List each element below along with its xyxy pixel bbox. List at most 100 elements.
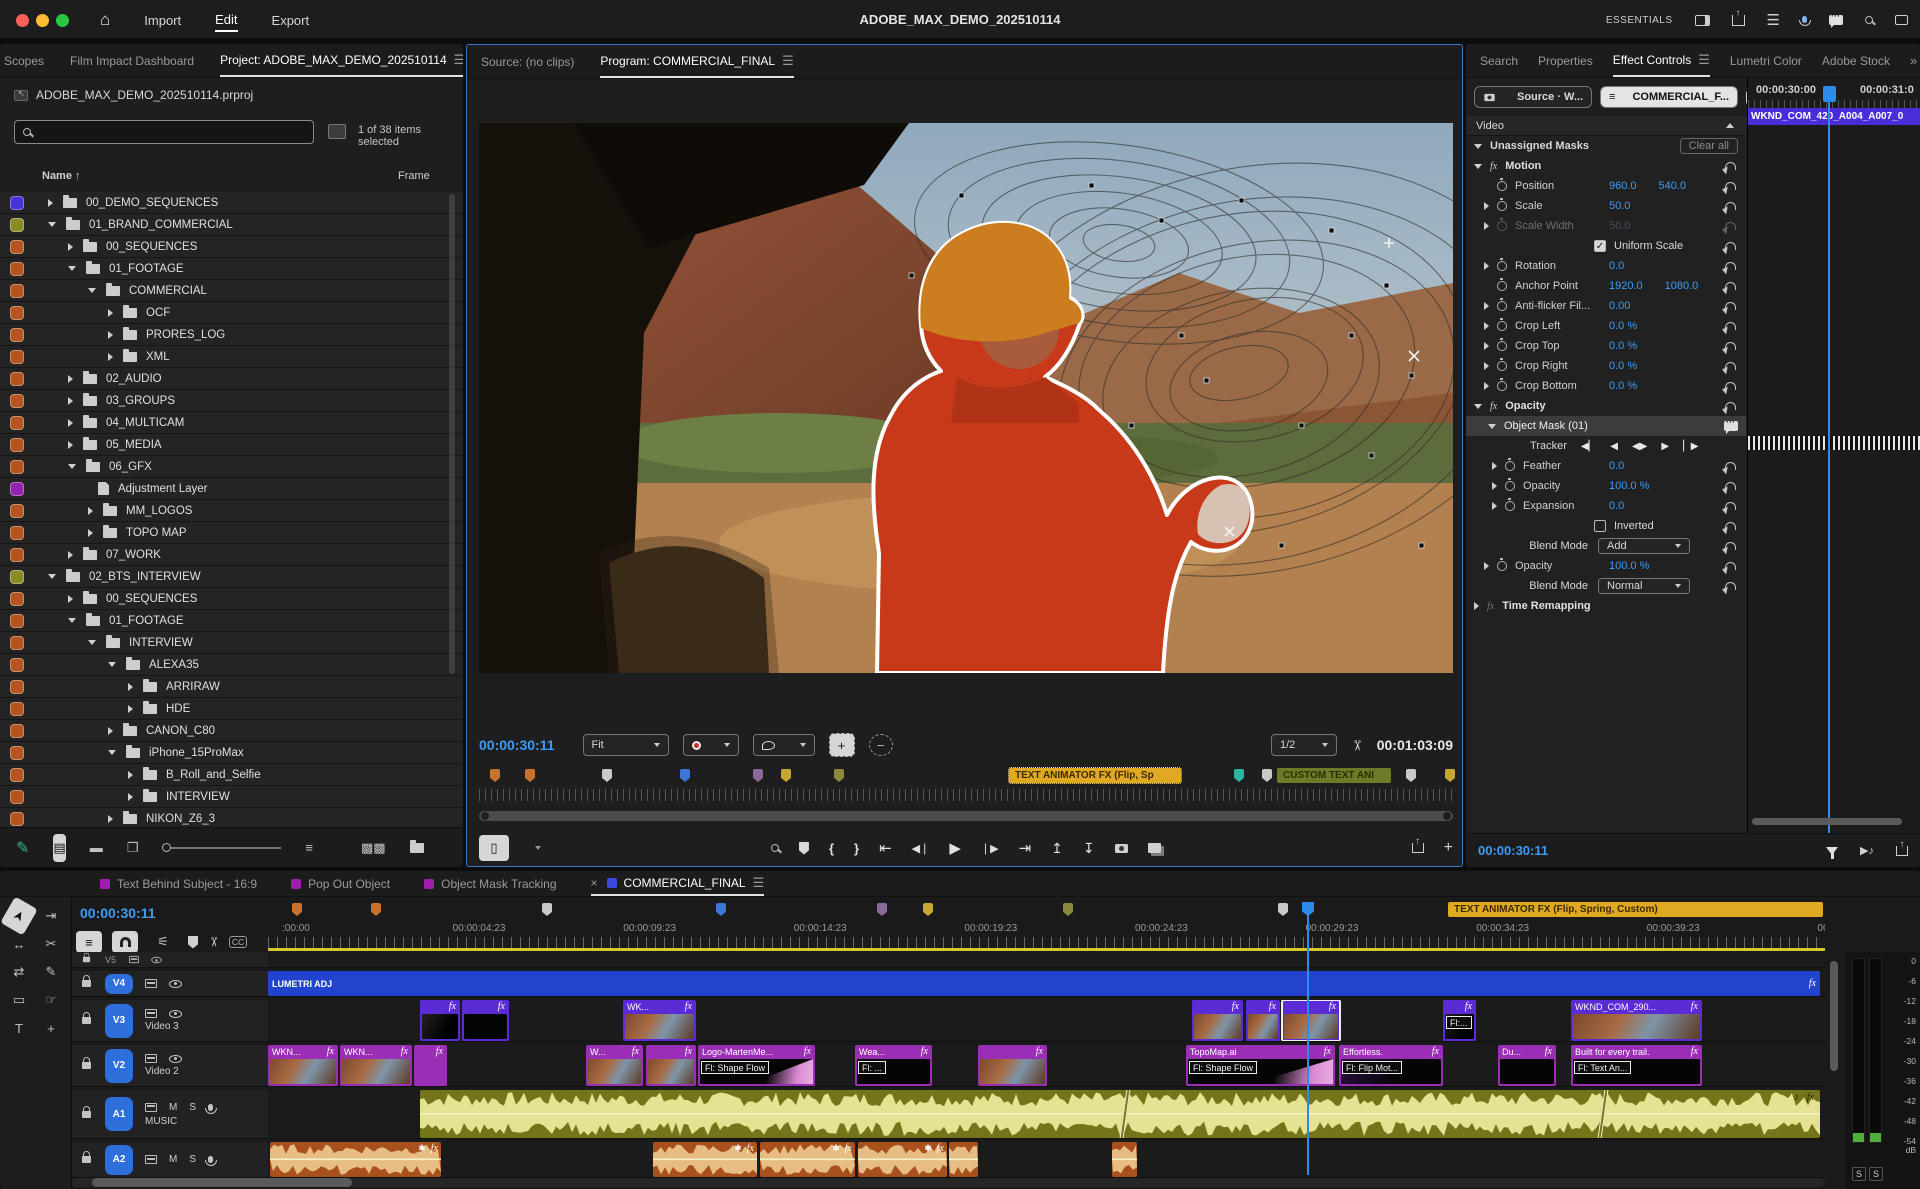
clear-all-button[interactable]: Clear all: [1680, 138, 1738, 154]
play-audio-icon[interactable]: ▶♪: [1860, 844, 1874, 857]
reset-parameter-icon[interactable]: [1725, 562, 1736, 570]
disclosure-closed-icon[interactable]: [68, 441, 73, 449]
disclosure-closed-icon[interactable]: [1484, 362, 1489, 370]
track-lock-icon[interactable]: [82, 1156, 91, 1163]
clip-topomap-ai[interactable]: TopoMap.aifxFl: Shape Flow: [1186, 1045, 1335, 1086]
effect-row-rotation[interactable]: Rotation0.0: [1466, 256, 1746, 276]
clip[interactable]: [949, 1142, 978, 1177]
new-bin-button[interactable]: [410, 843, 424, 853]
disclosure-closed-icon[interactable]: [128, 705, 133, 713]
clip-wkn-[interactable]: WKN...fx: [340, 1045, 412, 1086]
reset-parameter-icon[interactable]: [1725, 322, 1736, 330]
effect-row-crop-top[interactable]: Crop Top0.0 %: [1466, 336, 1746, 356]
disclosure-closed-icon[interactable]: [1484, 342, 1489, 350]
mark-out-button[interactable]: }: [854, 841, 859, 856]
parameter-value[interactable]: 0.00: [1609, 300, 1630, 312]
stopwatch-icon[interactable]: [1505, 501, 1515, 511]
track-header-v3[interactable]: V3Video 3: [72, 1000, 268, 1042]
timeline-marker[interactable]: [371, 903, 381, 916]
source-patch-icon[interactable]: [129, 956, 139, 963]
effect-row-blend-mode[interactable]: Blend ModeNormal: [1466, 576, 1746, 596]
lane-clip-bar[interactable]: WKND_COM_420_A004_A007_0: [1748, 108, 1920, 125]
tab-program-monitor[interactable]: Program: COMMERCIAL_FINAL☰: [600, 45, 793, 78]
disclosure-open-icon[interactable]: [108, 662, 116, 667]
bin-row-00-sequences[interactable]: 00_SEQUENCES: [0, 588, 463, 610]
monitor-zoom-scrollbar[interactable]: [479, 811, 1453, 821]
reset-parameter-icon[interactable]: [1725, 202, 1736, 210]
tab-effect-controls[interactable]: Effect Controls☰: [1613, 44, 1710, 77]
sequence-tab-commercial-final[interactable]: ×COMMERCIAL_FINAL☰: [591, 871, 765, 896]
bin-row-interview[interactable]: INTERVIEW: [0, 786, 463, 808]
bin-row-canon-c80[interactable]: CANON_C80: [0, 720, 463, 742]
bin-row-alexa35[interactable]: ALEXA35: [0, 654, 463, 676]
parameter-value[interactable]: 1080.0: [1665, 280, 1699, 292]
disclosure-closed-icon[interactable]: [68, 397, 73, 405]
label-color-chip[interactable]: [10, 768, 24, 782]
zoom-slider[interactable]: [162, 843, 281, 852]
bin-row-07-work[interactable]: 07_WORK: [0, 544, 463, 566]
reset-parameter-icon[interactable]: [1725, 242, 1736, 250]
timeline-marker[interactable]: [877, 903, 887, 916]
lane-hscrollbar[interactable]: [1752, 818, 1902, 825]
clip[interactable]: fxFl:...: [1443, 1000, 1476, 1041]
track-target-badge[interactable]: V2: [105, 1049, 133, 1083]
track-backward-button[interactable]: ◀: [1610, 441, 1618, 452]
playback-resolution-dropdown[interactable]: 1/2: [1271, 734, 1337, 756]
disclosure-closed-icon[interactable]: [108, 331, 113, 339]
export-button[interactable]: ↑: [1412, 843, 1424, 853]
lift-button[interactable]: ↥: [1051, 840, 1063, 857]
effect-row-scale-width[interactable]: Scale Width50.0: [1466, 216, 1746, 236]
disclosure-closed-icon[interactable]: [108, 815, 113, 823]
sequence-tab-pop-out-object[interactable]: Pop Out Object: [291, 871, 390, 896]
solo-track-button[interactable]: S: [189, 1102, 196, 1113]
clip-built-for-every-trail-[interactable]: Built for every trail.fxFl: Text An...: [1571, 1045, 1702, 1086]
disclosure-closed-icon[interactable]: [68, 243, 73, 251]
clip-wknd-com-290-[interactable]: WKND_COM_290...fx: [1571, 1000, 1702, 1041]
track-header-v4[interactable]: V4: [72, 971, 268, 997]
label-color-chip[interactable]: [10, 218, 24, 232]
mark-type-dropdown[interactable]: [683, 734, 739, 756]
disclosure-open-icon[interactable]: [48, 574, 56, 579]
bin-row-02-bts-interview[interactable]: 02_BTS_INTERVIEW: [0, 566, 463, 588]
meter-solo-button[interactable]: S: [1869, 1167, 1883, 1181]
mute-track-button[interactable]: M: [169, 1102, 177, 1113]
icon-view-button[interactable]: ▬: [90, 835, 103, 861]
effect-row-position[interactable]: Position960.0540.0: [1466, 176, 1746, 196]
panel-menu-icon[interactable]: ☰: [753, 871, 765, 900]
label-color-chip[interactable]: [10, 284, 24, 298]
disclosure-closed-icon[interactable]: [68, 551, 73, 559]
sequence-marker[interactable]: [1445, 769, 1455, 782]
source-patch-icon[interactable]: [145, 1155, 157, 1164]
disclosure-closed-icon[interactable]: [108, 309, 113, 317]
step-back-button[interactable]: ◀❘: [912, 842, 930, 855]
stopwatch-icon[interactable]: [1497, 561, 1507, 571]
panel-menu-icon[interactable]: ☰: [782, 44, 794, 78]
clip-wkn-[interactable]: WKN...fx: [268, 1045, 338, 1086]
stopwatch-icon[interactable]: [1497, 341, 1507, 351]
mark-in-button[interactable]: {: [829, 841, 834, 856]
clip[interactable]: fx: [1282, 1000, 1340, 1041]
parameter-value[interactable]: 0.0: [1609, 500, 1624, 512]
label-color-chip[interactable]: [10, 614, 24, 628]
reset-parameter-icon[interactable]: [1725, 222, 1736, 230]
hamburger-menu-icon[interactable]: ☰: [1767, 11, 1780, 29]
clip-w-[interactable]: W...fx: [586, 1045, 643, 1086]
parameter-value[interactable]: 50.0: [1609, 220, 1630, 232]
track-lock-icon[interactable]: [82, 1111, 91, 1118]
tab-scopes[interactable]: Scopes: [4, 44, 44, 77]
parameter-value[interactable]: 960.0: [1609, 180, 1637, 192]
track-output-eye-icon[interactable]: [151, 956, 161, 962]
track-lock-icon[interactable]: [82, 980, 91, 987]
lane-playhead[interactable]: [1828, 86, 1830, 833]
disclosure-open-icon[interactable]: [1474, 144, 1482, 149]
bin-row-06-gfx[interactable]: 06_GFX: [0, 456, 463, 478]
blend-mode-dropdown[interactable]: Normal: [1598, 578, 1690, 594]
meter-solo-button[interactable]: S: [1852, 1167, 1866, 1181]
bin-row-02-audio[interactable]: 02_AUDIO: [0, 368, 463, 390]
timeline-ruler[interactable]: :00:0000:00:04:2300:00:09:2300:00:14:230…: [268, 897, 1825, 952]
bin-row-05-media[interactable]: 05_MEDIA: [0, 434, 463, 456]
bin-row-xml[interactable]: XML: [0, 346, 463, 368]
clip[interactable]: ♪fx: [420, 1090, 1820, 1138]
parameter-value[interactable]: 100.0 %: [1609, 480, 1649, 492]
filmstrip-icon[interactable]: ▩▩: [361, 835, 386, 861]
